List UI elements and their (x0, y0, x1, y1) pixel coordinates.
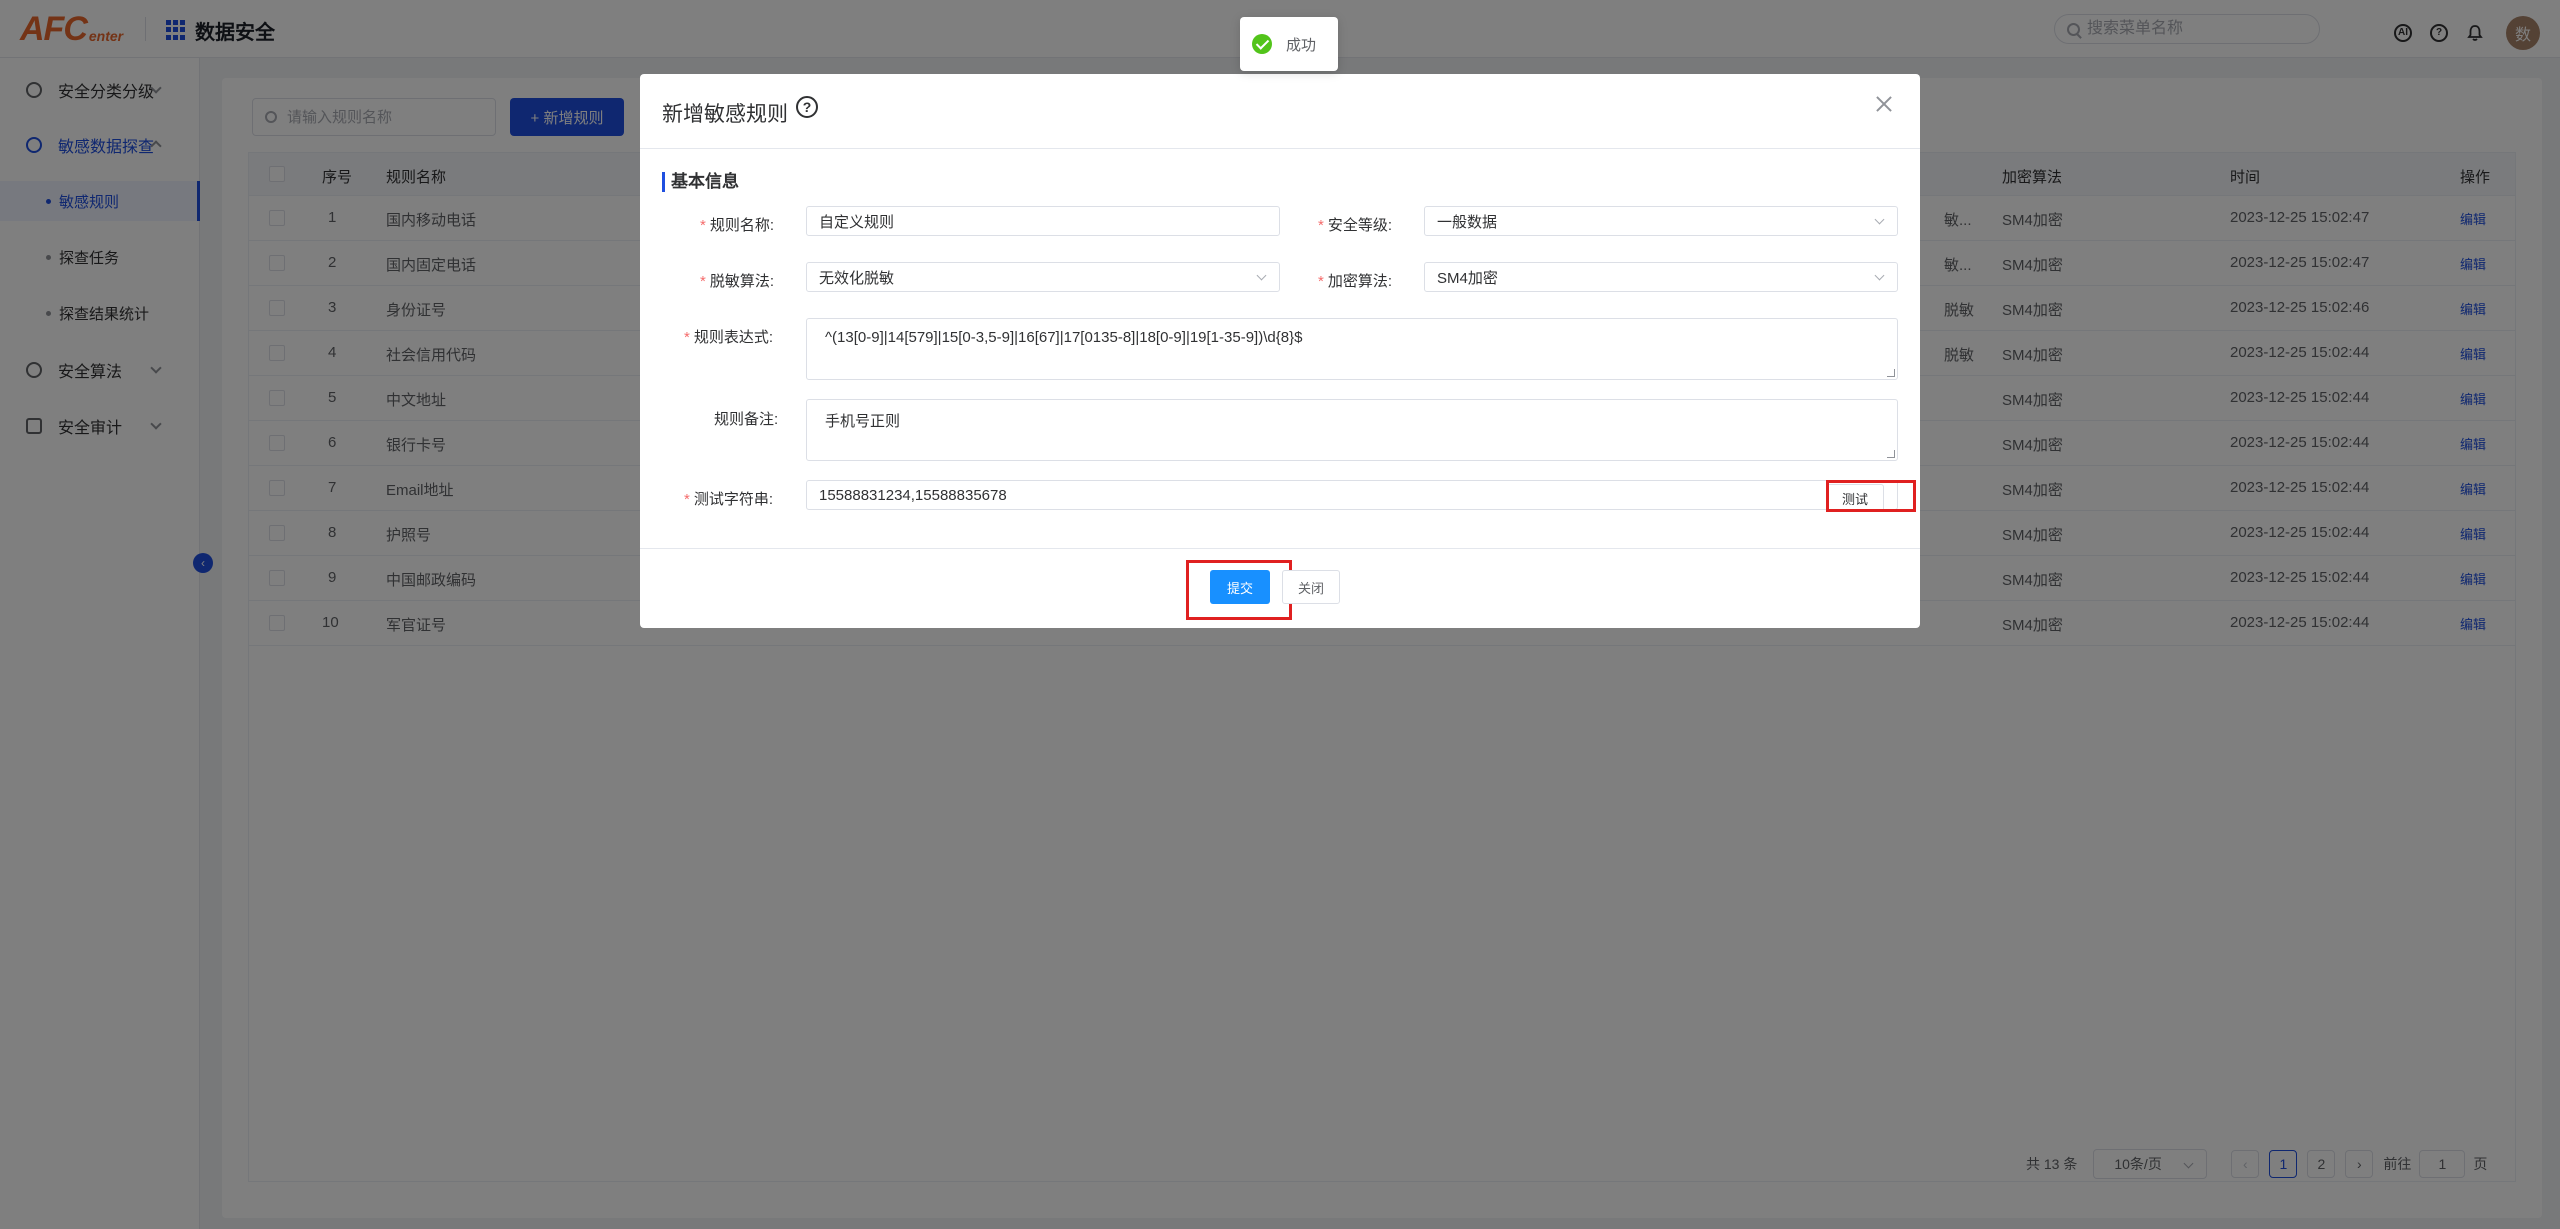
resize-grip-icon[interactable] (1887, 450, 1895, 458)
rule-name-field[interactable]: 自定义规则 (806, 206, 1280, 236)
security-level-select[interactable]: 一般数据 (1424, 206, 1898, 236)
section-title: 基本信息 (662, 172, 739, 192)
submit-button[interactable]: 提交 (1210, 570, 1270, 604)
security-level-label: * 安全等级: (1318, 217, 1393, 234)
close-icon[interactable] (1872, 92, 1896, 116)
remark-value: 手机号正则 (825, 413, 901, 430)
close-button[interactable]: 关闭 (1282, 570, 1340, 604)
masking-algo-select[interactable]: 无效化脱敏 (806, 262, 1280, 292)
dialog-footer-divider (640, 548, 1920, 549)
dialog-title: 新增敏感规则 (662, 103, 788, 126)
regex-value: ^(13[0-9]|14[579]|15[0-3,5-9]|16[67]|17[… (825, 329, 1303, 346)
masking-algo-label: * 脱敏算法: (700, 273, 775, 290)
toast-message: 成功 (1286, 36, 1317, 54)
test-string-field[interactable]: 15588831234,15588835678 (806, 480, 1898, 510)
resize-grip-icon[interactable] (1887, 369, 1895, 377)
remark-textarea[interactable]: 手机号正则 (806, 399, 1898, 461)
dialog-header-divider (640, 148, 1920, 149)
regex-label: * 规则表达式: (684, 329, 774, 346)
help-circle-icon[interactable]: ? (796, 96, 818, 118)
remark-label: 规则备注: (714, 411, 779, 428)
test-string-label: * 测试字符串: (684, 491, 774, 508)
check-circle-icon (1252, 34, 1272, 54)
test-button[interactable]: 测试 (1826, 484, 1884, 512)
success-toast: 成功 (1240, 17, 1338, 71)
encrypt-algo-select[interactable]: SM4加密 (1424, 262, 1898, 292)
rule-name-label: * 规则名称: (700, 217, 775, 234)
add-sensitive-rule-dialog: 新增敏感规则 ? 基本信息 * 规则名称: 自定义规则 * 安全等级: 一般数据 *… (640, 74, 1920, 628)
regex-textarea[interactable]: ^(13[0-9]|14[579]|15[0-3,5-9]|16[67]|17[… (806, 318, 1898, 380)
encrypt-algo-label: * 加密算法: (1318, 273, 1393, 290)
